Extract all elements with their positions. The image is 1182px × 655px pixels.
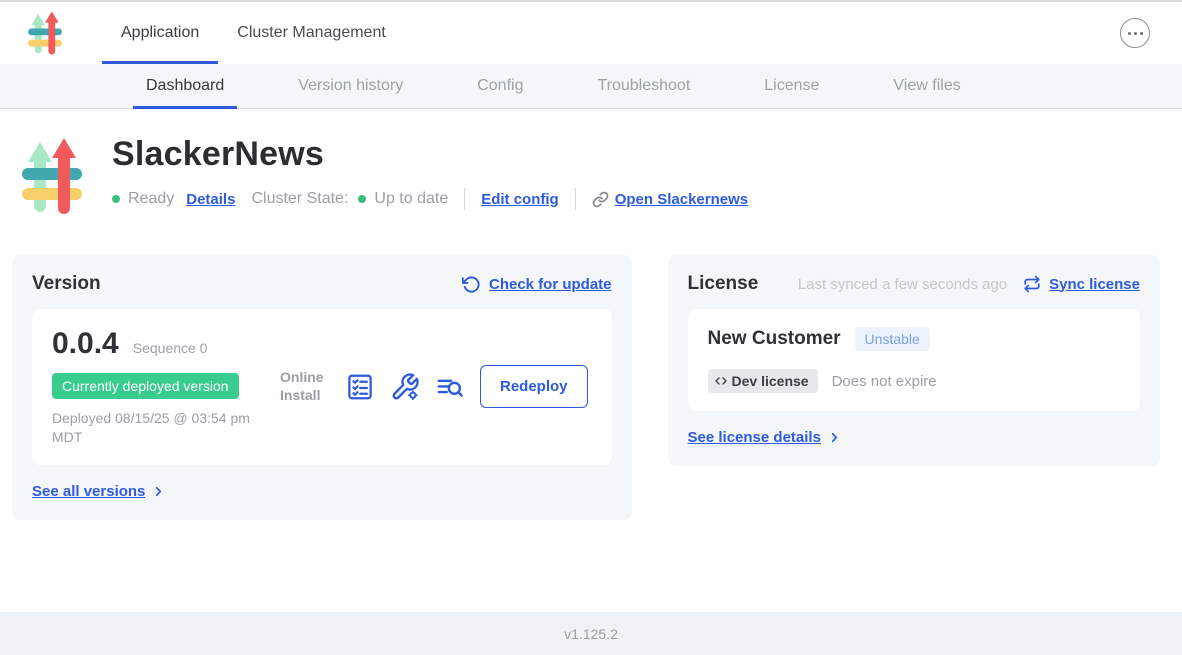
tab-application[interactable]: Application (102, 2, 218, 64)
slackernews-logo-icon (28, 11, 62, 55)
open-app-link-label: Open Slackernews (615, 191, 748, 208)
app-status-label: Ready (128, 190, 174, 208)
deployed-status-badge: Currently deployed version (52, 373, 239, 399)
deployed-timestamp: Deployed 08/15/25 @ 03:54 pm MDT (52, 409, 277, 447)
customer-name: New Customer (708, 328, 841, 350)
license-expiry-text: Does not expire (832, 373, 937, 390)
cluster-state-label: Cluster State: (251, 190, 348, 208)
app-status-row: Ready Details Cluster State: Up to date … (112, 188, 748, 210)
slackernews-logo-large (22, 137, 82, 215)
details-link[interactable]: Details (186, 191, 235, 208)
see-license-details-link[interactable]: See license details (688, 429, 1140, 446)
open-app-link[interactable]: Open Slackernews (592, 191, 748, 208)
install-type-label: Online Install (280, 369, 330, 404)
app-status-dot (112, 195, 120, 203)
rotate-ccw-icon (462, 275, 481, 294)
redeploy-button[interactable]: Redeploy (480, 365, 588, 408)
subnav-troubleshoot[interactable]: Troubleshoot (584, 64, 703, 108)
sync-license-label: Sync license (1049, 276, 1140, 293)
console-version: v1.125.2 (564, 626, 618, 642)
license-card: License Last synced a few seconds ago Sy… (668, 255, 1160, 466)
check-for-update-link[interactable]: Check for update (462, 275, 612, 294)
cluster-state-value: Up to date (374, 190, 448, 208)
license-card-title: License (688, 273, 759, 295)
check-for-update-label: Check for update (489, 276, 612, 293)
current-version-panel: 0.0.4 Sequence 0 Currently deployed vers… (32, 309, 612, 465)
version-number: 0.0.4 (52, 327, 119, 361)
sync-arrows-icon (1023, 275, 1041, 293)
edit-config-link[interactable]: Edit config (481, 191, 559, 208)
edit-config-wrench-icon[interactable] (390, 372, 420, 402)
footer-bar: v1.125.2 (0, 612, 1182, 655)
chevron-right-icon (151, 484, 166, 499)
see-all-versions-link[interactable]: See all versions (32, 483, 612, 500)
header-tabs: Application Cluster Management (102, 2, 405, 64)
subnav-license[interactable]: License (751, 64, 832, 108)
see-license-details-label: See license details (688, 429, 821, 446)
more-menu-button[interactable] (1120, 18, 1150, 48)
view-diff-icon[interactable] (435, 372, 465, 402)
divider (575, 188, 576, 210)
top-nav-bar: Application Cluster Management (0, 2, 1182, 64)
app-subnav: Dashboard Version history Config Trouble… (0, 64, 1182, 109)
chevron-right-icon (827, 430, 842, 445)
sequence-label: Sequence 0 (133, 340, 208, 356)
channel-badge: Unstable (855, 327, 930, 351)
version-card-title: Version (32, 273, 101, 295)
chain-link-icon (592, 191, 609, 208)
preflight-checks-icon[interactable] (345, 372, 375, 402)
tab-cluster-management[interactable]: Cluster Management (218, 2, 405, 64)
ellipsis-icon (1128, 32, 1131, 35)
license-details-panel: New Customer Unstable Dev license Does n… (688, 309, 1140, 411)
cluster-state-dot (358, 195, 366, 203)
sync-license-link[interactable]: Sync license (1023, 275, 1140, 293)
code-brackets-icon (714, 375, 728, 387)
license-type-label: Dev license (732, 373, 809, 389)
last-synced-text: Last synced a few seconds ago (798, 276, 1007, 293)
version-card: Version Check for update 0.0.4 Sequence … (12, 255, 632, 520)
app-logo-small (28, 2, 62, 64)
license-type-badge: Dev license (708, 369, 818, 393)
page-title: SlackerNews (112, 135, 748, 174)
dashboard-cards: Version Check for update 0.0.4 Sequence … (12, 255, 1160, 520)
app-hero: SlackerNews Ready Details Cluster State:… (0, 109, 1182, 215)
subnav-version-history[interactable]: Version history (285, 64, 416, 108)
see-all-versions-label: See all versions (32, 483, 145, 500)
subnav-dashboard[interactable]: Dashboard (133, 64, 237, 108)
subnav-view-files[interactable]: View files (880, 64, 973, 108)
divider (464, 188, 465, 210)
subnav-config[interactable]: Config (464, 64, 536, 108)
